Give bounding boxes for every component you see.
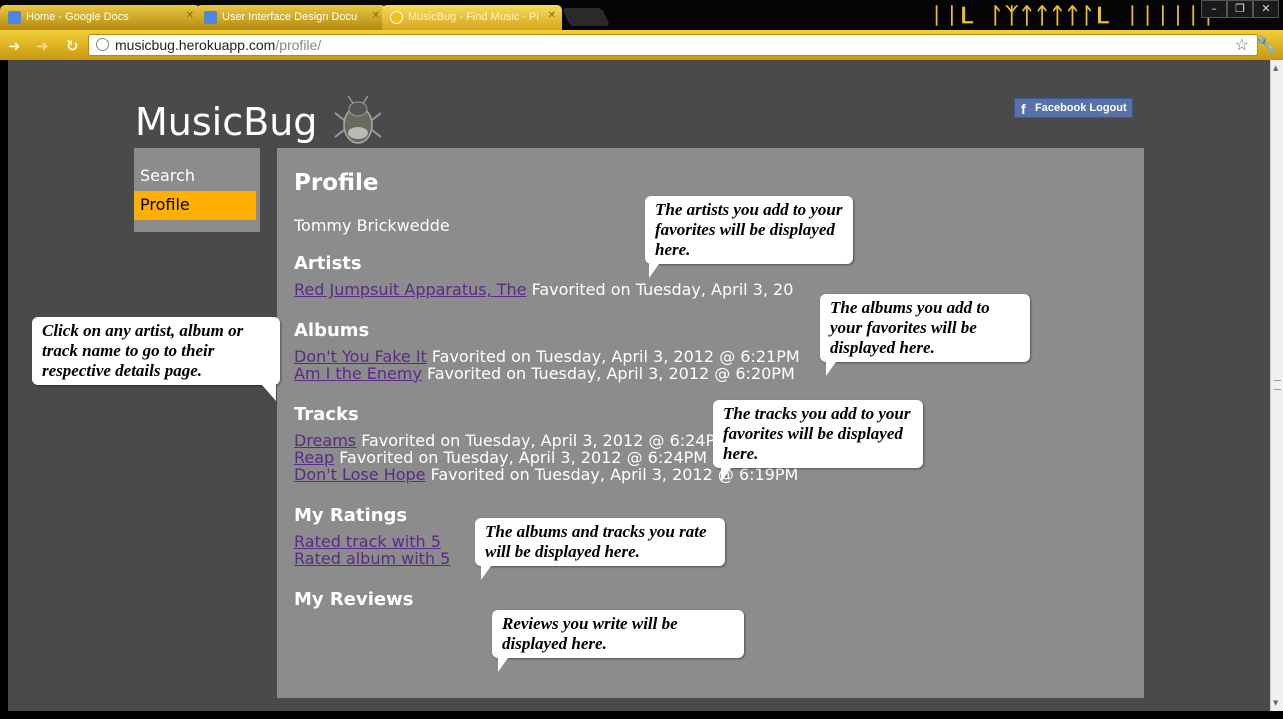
scroll-grip[interactable] [1274,380,1281,390]
favorited-meta: Favorited on Tuesday, April 3, 2012 @ 6:… [421,364,795,383]
address-bar[interactable]: musicbug.herokuapp.com/profile/ ☆ [88,34,1258,56]
list-item: Don't Lose Hope Favorited on Tuesday, Ap… [294,466,1144,483]
tab-title: MusicBug - Find Music - Pi [408,11,539,23]
restore-button[interactable]: ❐ [1227,0,1253,18]
docs-icon [8,11,21,24]
scroll-down-icon[interactable]: ▼ [1273,699,1278,707]
facebook-logout-label: Facebook Logout [1035,102,1127,114]
rating-link[interactable]: Rated album with 5 [294,549,450,568]
new-tab-button[interactable] [561,8,611,26]
close-icon[interactable]: ✕ [548,10,556,21]
globe-icon [390,11,403,24]
callout-tracks: The tracks you add to your favorites wil… [713,400,923,482]
facebook-icon: f [1021,101,1026,117]
tab-google-docs[interactable]: Home - Google Docs ✕ [0,5,200,30]
callout-tail [262,385,276,401]
callout-click-hint: Click on any artist, album or track name… [32,317,280,401]
theme-logo: ᛁᛁᒪ ᛚᛉᛏᛏᛏᛏᛚᒪ ᛁᛁᛁᛁᛁᛏ [930,4,1218,29]
callout-text: Click on any artist, album or track name… [42,321,244,380]
sidebar-item-profile[interactable]: Profile [134,191,256,220]
callout-tail [498,658,508,672]
callout-albums: The albums you add to your favorites wil… [820,294,1030,376]
callout-reviews: Reviews you write will be displayed here… [492,610,744,672]
tab-strip: Home - Google Docs ✕ User Interface Desi… [0,0,1283,30]
facebook-logout-button[interactable]: f Facebook Logout [1014,98,1133,118]
callout-tail [721,468,731,482]
artist-link[interactable]: Red Jumpsuit Apparatus, The [294,280,527,299]
callout-text: The albums and tracks you rate will be d… [485,522,707,561]
bookmark-star-icon[interactable]: ☆ [1235,35,1249,55]
list-item: Am I the Enemy Favorited on Tuesday, Apr… [294,365,1144,382]
callout-text: The tracks you add to your favorites wil… [723,404,911,463]
document-icon [204,11,217,24]
url-host: musicbug.herokuapp.com [115,37,276,53]
site-logo-text[interactable]: MusicBug [135,100,317,144]
wrench-icon[interactable]: 🔧 [1256,35,1277,55]
sidebar-item-search[interactable]: Search [134,162,260,191]
callout-text: The artists you add to your favorites wi… [655,200,843,259]
minimize-button[interactable]: – [1201,0,1227,18]
tab-musicbug[interactable]: MusicBug - Find Music - Pi ✕ [382,5,562,30]
callout-tail [649,264,659,278]
callout-artists: The artists you add to your favorites wi… [645,196,853,278]
album-link[interactable]: Am I the Enemy [294,364,422,383]
scroll-up-icon[interactable]: ▲ [1273,64,1278,72]
callout-text: Reviews you write will be displayed here… [502,614,678,653]
window-bottom-edge [0,711,1283,719]
callout-ratings: The albums and tracks you rate will be d… [475,518,725,580]
page-info-icon[interactable] [96,38,109,51]
tab-title: User Interface Design Docu [222,11,358,23]
close-icon[interactable]: ✕ [186,10,194,21]
close-window-button[interactable]: ✕ [1253,0,1279,18]
callout-tail [481,566,491,580]
tab-ui-design-doc[interactable]: User Interface Design Docu ✕ [196,5,386,30]
favorited-meta: Favorited on Tuesday, April 3, 20 [526,280,794,299]
callout-tail [826,362,836,376]
forward-arrow-icon[interactable]: ➜ [36,37,49,55]
url-path: /profile/ [275,37,322,53]
close-icon[interactable]: ✕ [372,10,380,21]
callout-text: The albums you add to your favorites wil… [830,298,990,357]
bug-logo-icon [334,95,382,144]
tab-title: Home - Google Docs [26,11,129,23]
vertical-scrollbar[interactable]: ▲ ▼ [1270,60,1283,711]
back-arrow-icon[interactable]: ➜ [8,37,21,55]
reload-icon[interactable]: ↻ [66,37,79,55]
sidebar-nav: Search Profile [134,148,260,232]
browser-toolbar: ➜ ➜ ↻ musicbug.herokuapp.com/profile/ ☆ … [0,30,1283,60]
window-controls: – ❐ ✕ [1201,0,1279,18]
track-link[interactable]: Don't Lose Hope [294,465,426,484]
